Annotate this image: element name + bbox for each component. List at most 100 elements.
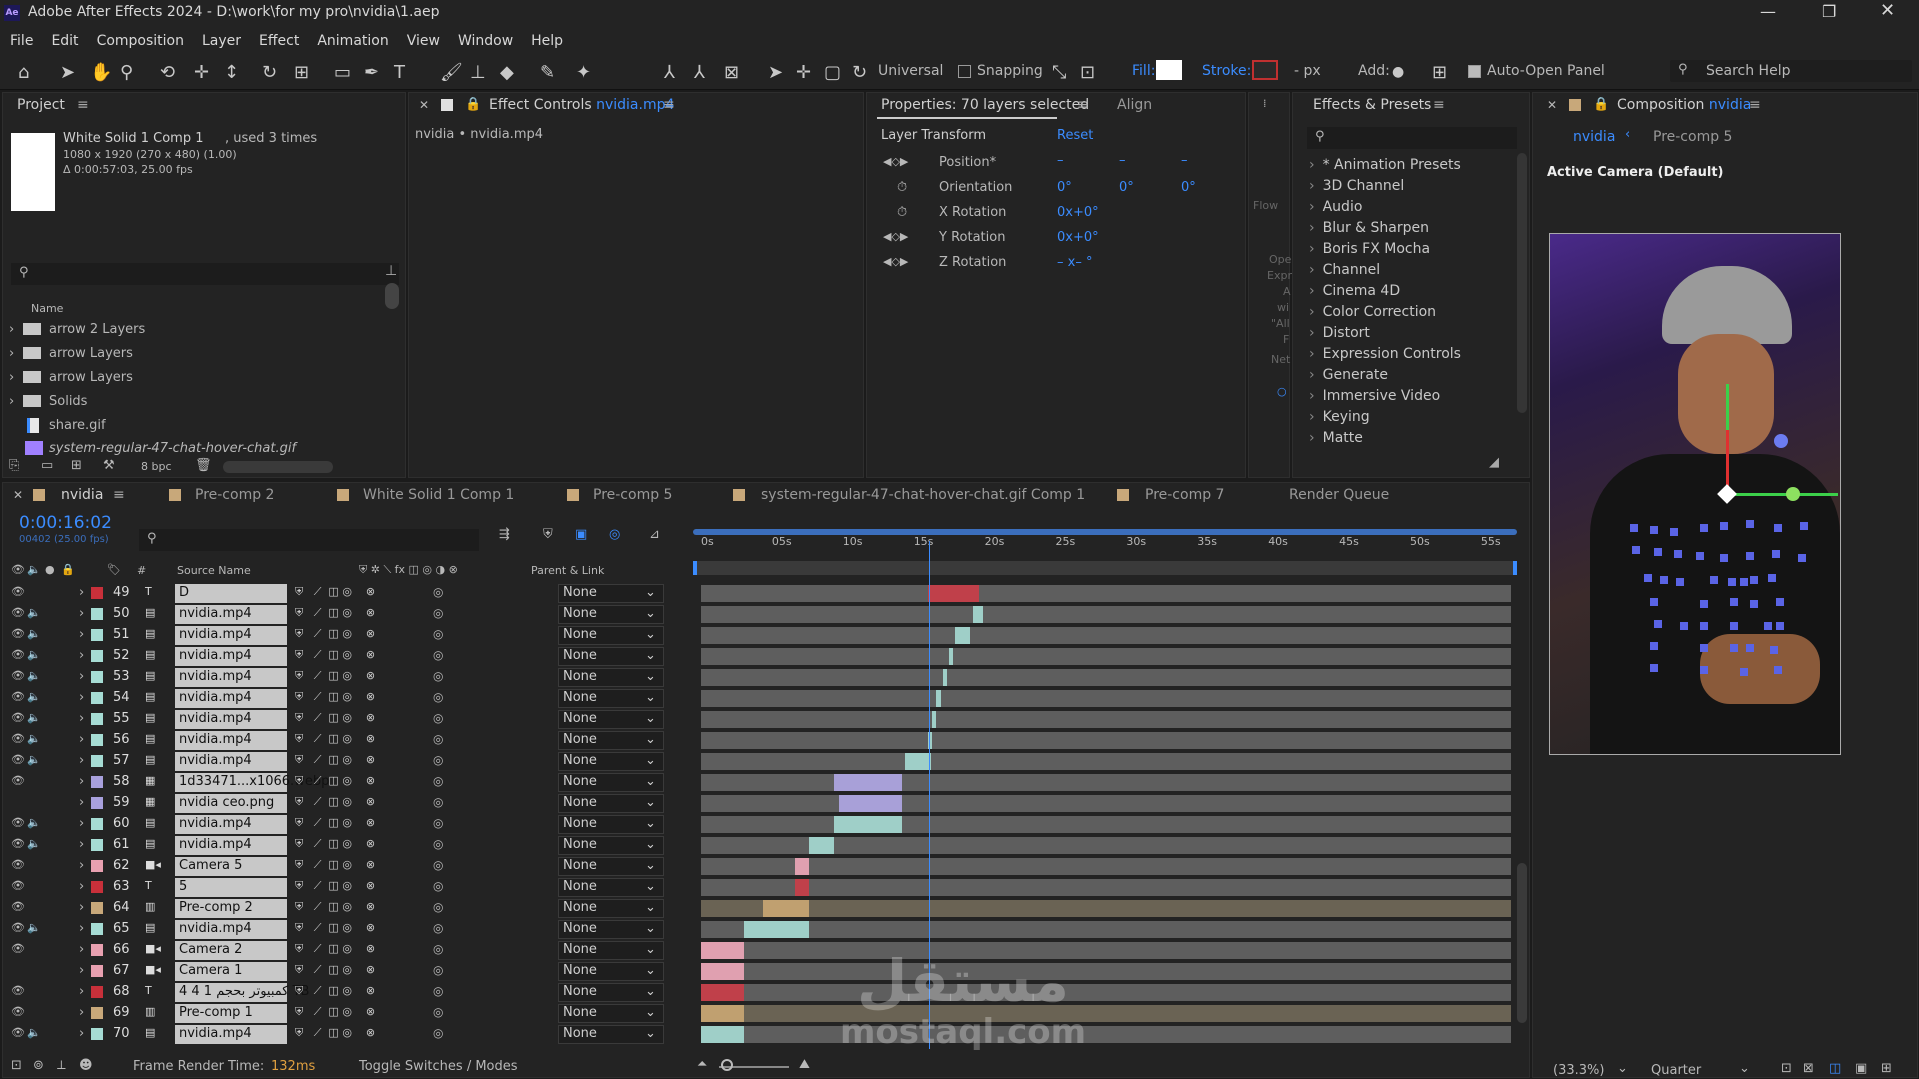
label-color-swatch[interactable] [91,1028,103,1040]
eye-icon[interactable]: 👁 [11,837,25,850]
layer-row[interactable]: 👁 › 66 ■◂ Camera 2 ⛨ ⟋ ◫ ◎ ⊗ ◎ None ⌄ [3,940,1523,961]
work-area-bar[interactable] [693,529,1517,535]
anchor-tool-icon[interactable]: ⊞ [294,62,309,83]
pickwhip-icon[interactable]: ◎ [433,774,443,788]
layer-switches[interactable]: ⛨ ⟋ ◫ ◎ ⊗ [295,690,375,704]
eye-icon[interactable]: 👁 [11,774,25,787]
expand-chevron-icon[interactable]: › [79,585,84,600]
menu-icon[interactable]: ≡ [663,97,675,113]
eye-icon[interactable]: 👁 [11,585,25,598]
list-item[interactable]: › Solids [3,391,383,415]
list-item[interactable]: › arrow 2 Layers [3,319,383,343]
resolution-dropdown[interactable]: Quarter [1651,1063,1701,1078]
expand-chevron-icon[interactable]: › [79,879,84,894]
label-color-swatch[interactable] [91,986,103,998]
gizmo-rotate-icon[interactable]: ↻ [852,62,867,83]
layer-row[interactable]: › 59 ▦ nvidia ceo.png ⛨ ⟋ ◫ ◎ ⊗ ◎ None ⌄ [3,793,1523,814]
layer-name[interactable]: nvidia.mp4 [179,1026,252,1041]
layer-switches[interactable]: ⛨ ⟋ ◫ ◎ ⊗ [295,1005,375,1019]
layer-row[interactable]: 👁 › 63 T 5 ⛨ ⟋ ◫ ◎ ⊗ ◎ None ⌄ [3,877,1523,898]
label-color-swatch[interactable] [91,671,103,683]
pickwhip-icon[interactable]: ◎ [433,690,443,704]
menu-composition[interactable]: Composition [97,33,184,49]
label-color-swatch[interactable] [91,713,103,725]
pickwhip-icon[interactable]: ◎ [433,942,443,956]
timeline-search-field[interactable]: ⚲ [139,529,479,551]
project-search-field[interactable]: ⚲ [11,263,399,285]
effects-category[interactable]: › Generate [1303,365,1515,386]
zoom-tool-icon[interactable]: ⚲ [120,62,133,83]
parent-dropdown[interactable]: None ⌄ [558,668,664,687]
parent-dropdown[interactable]: None ⌄ [558,920,664,939]
effects-category[interactable]: › * Animation Presets [1303,155,1515,176]
layer-name[interactable]: 4 4 1 كمبيوتر بحجم TB [179,984,309,999]
layer-switches[interactable]: ⛨ ⟋ ◫ ◎ ⊗ [295,816,375,830]
label-color-swatch[interactable] [91,965,103,977]
minimize-icon[interactable]: — [1760,2,1776,21]
layer-switches[interactable]: ⛨ ⟋ ◫ ◎ ⊗ [295,921,375,935]
eye-icon[interactable]: 👁 [11,753,25,766]
expand-chevron-icon[interactable]: › [79,921,84,936]
parent-dropdown[interactable]: None ⌄ [558,878,664,897]
layer-row[interactable]: 👁 🔈 › 51 ▤ nvidia.mp4 ⛨ ⟋ ◫ ◎ ⊗ ◎ None ⌄ [3,625,1523,646]
parent-dropdown[interactable]: None ⌄ [558,605,664,624]
layer-bar[interactable] [794,858,809,875]
label-color-swatch[interactable] [91,755,103,767]
tab-pre-comp-7[interactable]: Pre-comp 7 [1145,487,1224,503]
restore-icon[interactable]: ❐ [1822,2,1836,21]
eye-icon[interactable]: 👁 [11,648,25,661]
layer-name[interactable]: nvidia.mp4 [179,648,252,663]
audio-icon[interactable]: 🔈 [27,816,41,829]
eye-icon[interactable]: 👁 [11,816,25,829]
project-hscrollbar[interactable] [223,461,333,473]
eye-icon[interactable]: 👁 [11,984,25,997]
tab-nvidia[interactable]: nvidia [61,487,103,503]
parent-dropdown[interactable]: None ⌄ [558,626,664,645]
expand-chevron-icon[interactable]: › [79,774,84,789]
snap-edges-icon[interactable]: ⤡ [1052,62,1066,83]
tab-white-solid-comp[interactable]: White Solid 1 Comp 1 [363,487,514,503]
close-icon[interactable]: ✕ [419,98,429,112]
layer-name[interactable]: nvidia.mp4 [179,732,252,747]
layer-row[interactable]: 👁 › 62 ■◂ Camera 5 ⛨ ⟋ ◫ ◎ ⊗ ◎ None ⌄ [3,856,1523,877]
property-row-z-rotation[interactable]: ◀◇▶ Z Rotation – x– ° [867,253,1247,278]
layer-switches[interactable]: ⛨ ⟋ ◫ ◎ ⊗ [295,711,375,725]
property-row-y-rotation[interactable]: ◀◇▶ Y Rotation 0x+0° [867,228,1247,253]
orbit-tool-icon[interactable]: ⟲ [160,62,175,83]
layer-row[interactable]: 👁 🔈 › 60 ▤ nvidia.mp4 ⛨ ⟋ ◫ ◎ ⊗ ◎ None ⌄ [3,814,1523,835]
menu-icon[interactable]: ≡ [1433,97,1445,113]
expand-chevron-icon[interactable]: › [79,900,84,915]
effects-scrollbar[interactable] [1517,153,1527,413]
layer-switches[interactable]: ⛨ ⟋ ◫ ◎ ⊗ [295,795,375,809]
layer-switches[interactable]: ⛨ ⟋ ◫ ◎ ⊗ [295,669,375,683]
menu-icon[interactable]: ≡ [113,487,125,503]
layer-name[interactable]: nvidia.mp4 [179,816,252,831]
menu-effect[interactable]: Effect [259,33,299,49]
expand-chevron-icon[interactable]: › [79,690,84,705]
roto-tool-icon[interactable]: ✎ [540,62,555,83]
interpret-footage-icon[interactable]: ⎘ [9,458,19,473]
fill-swatch[interactable] [1156,60,1182,80]
layer-bar[interactable] [701,984,744,1001]
list-item[interactable]: share.gif [3,415,383,439]
audio-icon[interactable]: 🔈 [27,711,41,724]
snap-features-icon[interactable]: ⊡ [1080,62,1095,83]
stroke-swatch[interactable] [1252,60,1278,80]
expand-chevron-icon[interactable]: › [79,606,84,621]
property-row-x-rotation[interactable]: ⏱ X Rotation 0x+0° [867,203,1247,228]
parent-dropdown[interactable]: None ⌄ [558,710,664,729]
mask-visibility-icon[interactable]: ◫ [1829,1061,1841,1076]
property-row-position[interactable]: ◀◇▶ Position* – – – [867,153,1247,178]
pickwhip-icon[interactable]: ◎ [433,648,443,662]
eye-icon[interactable]: 👁 [11,879,25,892]
audio-icon[interactable]: 🔈 [27,732,41,745]
effects-category[interactable]: › Audio [1303,197,1515,218]
pickwhip-icon[interactable]: ◎ [433,753,443,767]
layer-switches[interactable]: ⛨ ⟋ ◫ ◎ ⊗ [295,942,375,956]
brush-tool-icon[interactable]: 🖌 [440,62,463,83]
pickwhip-icon[interactable]: ◎ [433,858,443,872]
eraser-tool-icon[interactable]: ◆ [500,62,514,83]
layer-switches[interactable]: ⛨ ⟋ ◫ ◎ ⊗ [295,753,375,767]
eye-icon[interactable]: 👁 [11,669,25,682]
parent-dropdown[interactable]: None ⌄ [558,815,664,834]
